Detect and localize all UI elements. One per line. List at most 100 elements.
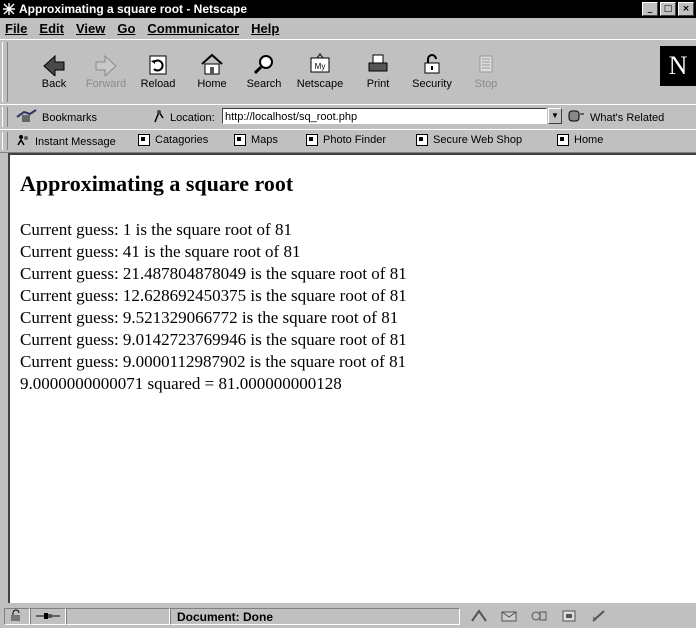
forward-label: Forward — [85, 78, 127, 90]
menu-communicator[interactable]: Communicator — [142, 21, 246, 36]
mail-icon[interactable] — [500, 609, 518, 626]
url-input[interactable]: http://localhost/sq_root.php — [222, 108, 547, 124]
home-bookmark-button[interactable]: Home — [557, 134, 603, 146]
menu-file[interactable]: File — [0, 21, 34, 36]
connection-status — [30, 608, 66, 625]
page-content: Approximating a square root Current gues… — [8, 153, 696, 603]
menu-view[interactable]: View — [71, 21, 112, 36]
home-icon — [188, 46, 236, 76]
secure-web-shop-label: Secure Web Shop — [433, 134, 523, 146]
lock-icon — [408, 46, 456, 76]
search-icon — [240, 46, 288, 76]
security-label: Security — [412, 78, 452, 90]
menu-view-label: View — [75, 20, 106, 36]
location-label-group: Location: — [152, 109, 215, 126]
progress-bar — [66, 608, 170, 625]
status-bar: Document: Done — [0, 606, 696, 628]
maps-label: Maps — [251, 134, 278, 146]
menu-edit[interactable]: Edit — [34, 21, 71, 36]
netscape-label: Netscape — [296, 78, 344, 90]
location-toolbar: Bookmarks Location: http://localhost/sq_… — [0, 104, 696, 130]
url-dropdown-button[interactable]: ▼ — [548, 108, 562, 124]
unlocked-icon — [10, 609, 24, 624]
maps-button[interactable]: Maps — [234, 134, 278, 146]
instant-message-label: Instant Message — [35, 135, 116, 148]
window-title: Approximating a square root - Netscape — [19, 2, 248, 16]
plug-icon — [36, 610, 60, 624]
instant-message-icon — [16, 134, 30, 149]
home-label: Home — [197, 78, 227, 90]
search-label: Search — [246, 78, 282, 90]
output-line: Current guess: 21.487804878049 is the sq… — [20, 264, 407, 283]
toolbar-grip[interactable] — [2, 42, 8, 102]
back-arrow-icon — [30, 46, 78, 76]
secure-web-shop-button[interactable]: Secure Web Shop — [416, 134, 522, 146]
netscape-app-icon — [2, 2, 16, 16]
minimize-button[interactable]: _ — [642, 2, 658, 16]
home-button[interactable]: Home — [188, 46, 236, 90]
maximize-button[interactable]: □ — [660, 2, 676, 16]
newsgroups-icon[interactable] — [530, 609, 548, 626]
output-line: Current guess: 9.521329066772 is the squ… — [20, 308, 399, 327]
whats-related-label: What's Related — [590, 111, 665, 124]
title-bar: Approximating a square root - Netscape _… — [0, 0, 696, 18]
stop-button[interactable]: Stop — [462, 46, 510, 90]
toolbar-grip[interactable] — [2, 132, 8, 150]
location-icon[interactable] — [152, 109, 166, 126]
address-book-icon[interactable] — [560, 609, 578, 626]
netscape-button[interactable]: My Netscape — [296, 46, 344, 90]
back-label: Back — [41, 78, 67, 90]
netscape-logo[interactable]: N — [660, 46, 696, 86]
output-line: Current guess: 9.0000112987902 is the sq… — [20, 352, 407, 371]
toolbar-grip[interactable] — [2, 107, 8, 127]
stop-icon — [462, 46, 510, 76]
reload-button[interactable]: Reload — [134, 46, 182, 90]
menu-help-label: Help — [251, 20, 280, 36]
back-button[interactable]: Back — [30, 46, 78, 90]
security-button[interactable]: Security — [408, 46, 456, 90]
photo-finder-label: Photo Finder — [323, 134, 386, 146]
security-status[interactable] — [4, 608, 30, 625]
output-line: Current guess: 1 is the square root of 8… — [20, 220, 292, 239]
menu-edit-label: Edit — [39, 20, 64, 36]
menu-go-label: Go — [117, 20, 136, 36]
composer-icon[interactable] — [590, 609, 608, 626]
browser-window: Approximating a square root - Netscape _… — [0, 0, 696, 628]
menu-communicator-label: Communicator — [147, 20, 240, 36]
output-line: 9.0000000000071 squared = 81.00000000012… — [20, 374, 342, 393]
whats-related-button[interactable]: What's Related — [568, 109, 664, 126]
status-text-cell: Document: Done — [170, 608, 460, 625]
menu-help[interactable]: Help — [246, 21, 286, 36]
photo-finder-button[interactable]: Photo Finder — [306, 134, 386, 146]
menu-go[interactable]: Go — [112, 21, 142, 36]
print-button[interactable]: Print — [354, 46, 402, 90]
home-bookmark-label: Home — [574, 134, 604, 146]
menu-bar: File Edit View Go Communicator Help — [0, 18, 696, 38]
personal-toolbar: Instant Message Catagories Maps Photo Fi… — [0, 129, 696, 153]
output-line: Current guess: 9.0142723769946 is the sq… — [20, 330, 407, 349]
print-label: Print — [366, 78, 390, 90]
forward-button[interactable]: Forward — [82, 46, 130, 90]
instant-message-button[interactable]: Instant Message — [16, 134, 116, 149]
whats-related-icon — [568, 109, 586, 126]
output-line: Current guess: 12.628692450375 is the sq… — [20, 286, 407, 305]
bookmarks-button[interactable]: Bookmarks — [16, 109, 97, 126]
bookmark-page-icon — [138, 134, 150, 146]
forward-arrow-icon — [82, 46, 130, 76]
bookmarks-icon — [16, 109, 38, 126]
reload-label: Reload — [140, 78, 176, 90]
search-button[interactable]: Search — [240, 46, 288, 90]
output-line: Current guess: 41 is the square root of … — [20, 242, 301, 261]
bookmark-page-icon — [234, 134, 246, 146]
netscape-icon: My — [296, 46, 344, 76]
bookmark-page-icon — [416, 134, 428, 146]
bookmarks-label: Bookmarks — [42, 111, 98, 124]
menu-file-label: File — [5, 20, 28, 36]
catagories-label: Catagories — [155, 134, 209, 146]
catagories-button[interactable]: Catagories — [138, 134, 208, 146]
close-button[interactable]: × — [678, 2, 694, 16]
status-text: Document: Done — [177, 609, 273, 624]
navigator-icon[interactable] — [470, 609, 488, 626]
page-heading: Approximating a square root — [20, 171, 294, 196]
navigation-toolbar: Back Forward Reload Home Search My Netsc… — [0, 39, 696, 105]
